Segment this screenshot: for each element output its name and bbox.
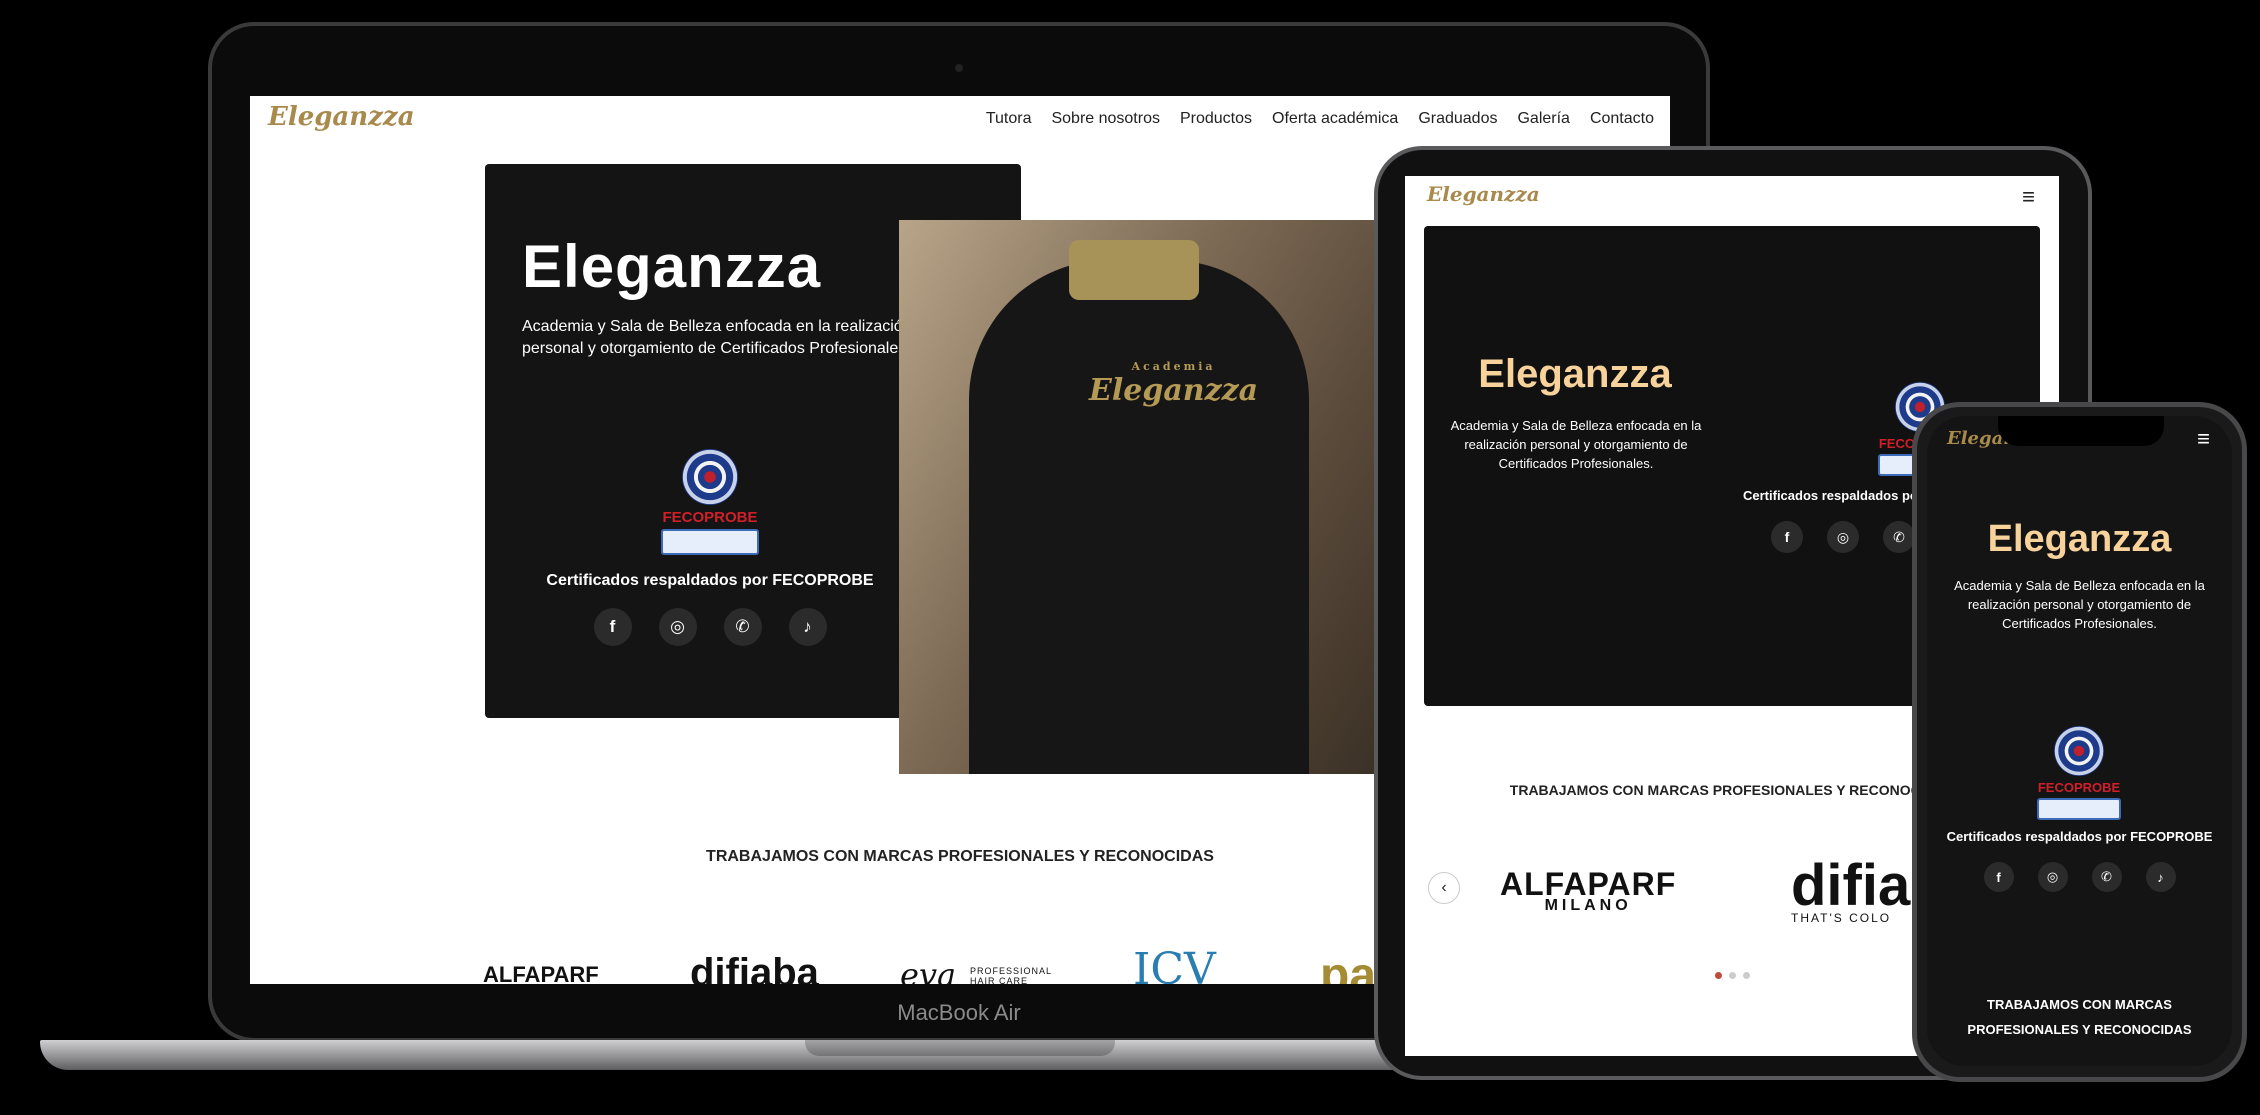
fecoprobe-badge [661, 529, 759, 555]
social-links: f ◎ ✆ ♪ [1927, 862, 2232, 892]
instagram-icon[interactable]: ◎ [1827, 521, 1859, 553]
nav-item-productos[interactable]: Productos [1180, 110, 1252, 128]
brand-alfaparf: ALFAPARF [483, 962, 599, 984]
fecoprobe-swirl-icon [682, 449, 738, 505]
nav-item-galeria[interactable]: Galería [1517, 110, 1569, 128]
carousel-prev-button[interactable]: ‹ [1428, 872, 1460, 904]
laptop-notch [805, 1040, 1115, 1056]
social-links: f ◎ ✆ ♪ [485, 608, 935, 646]
menu-icon[interactable]: ≡ [2022, 184, 2035, 210]
fecoprobe-swirl-icon [2054, 726, 2104, 776]
main-nav: Tutora Sobre nosotros Productos Oferta a… [986, 110, 1654, 128]
hero-title: Eleganzza [522, 233, 822, 300]
hero-description: Academia y Sala de Belleza enfocada en l… [522, 318, 912, 357]
fecoprobe-badge [2037, 798, 2121, 820]
facebook-icon[interactable]: f [1983, 862, 2014, 892]
hero-description: Academia y Sala de Belleza enfocada en l… [1450, 418, 1702, 471]
brand-difiaba-name: difial [1791, 853, 1927, 918]
brand-logo[interactable]: Eleganzza [268, 102, 415, 132]
carousel-dot[interactable] [1729, 972, 1736, 979]
certified-text: Certificados respaldados por FECOPROBE [1946, 829, 2213, 844]
shirt-logo: Academia Eleganzza [1089, 360, 1258, 408]
brands-title: TRABAJAMOS CON MARCAS PROFESIONALES Y RE… [1967, 997, 2192, 1037]
brand-logo[interactable]: Eleganzza [1427, 182, 1540, 206]
nav-item-graduados[interactable]: Graduados [1418, 110, 1497, 128]
brand-pa: pa [1320, 949, 1377, 984]
instagram-icon[interactable]: ◎ [658, 608, 697, 646]
menu-icon[interactable]: ≡ [2197, 426, 2210, 452]
whatsapp-icon[interactable]: ✆ [1883, 521, 1915, 553]
facebook-icon[interactable]: f [593, 608, 632, 646]
hero-title: Eleganzza [1478, 352, 1672, 396]
brand-difiaba: difial THAT'S COLO [1791, 852, 1926, 925]
shirt-logo-sub: Academia [1131, 360, 1216, 373]
fecoprobe-logo: FECOPROBE [2024, 726, 2134, 820]
tiktok-icon[interactable]: ♪ [2145, 862, 2176, 892]
brand-eva-sub: PROFESSIONAL HAIR CARE [970, 966, 1052, 984]
fecoprobe-label: FECOPROBE [662, 509, 758, 526]
camera-icon [955, 64, 963, 72]
brand-icv: ICV [1133, 944, 1216, 984]
carousel-dot[interactable] [1715, 972, 1722, 979]
whatsapp-icon[interactable]: ✆ [2091, 862, 2122, 892]
phone-notch [1998, 416, 2164, 446]
fecoprobe-label: FECOPROBE [2037, 780, 2121, 795]
tiktok-icon[interactable]: ♪ [788, 608, 827, 646]
nav-item-contacto[interactable]: Contacto [1590, 110, 1654, 128]
nav-item-sobre-nosotros[interactable]: Sobre nosotros [1051, 110, 1160, 128]
shirt-shape [969, 260, 1309, 774]
brand-difiaba: difiaba [690, 951, 819, 984]
fecoprobe-logo: FECOPROBE [655, 449, 765, 555]
facebook-icon[interactable]: f [1771, 521, 1803, 553]
nav-item-oferta-academica[interactable]: Oferta académica [1272, 110, 1398, 128]
carousel-indicators [1715, 972, 1750, 979]
brand-eva: eva [900, 956, 957, 984]
phone-screen: Eleganzza ≡ Eleganzza Academia y Sala de… [1927, 416, 2232, 1066]
hero-description: Academia y Sala de Belleza enfocada en l… [1954, 578, 2205, 631]
hero-title: Eleganzza [1987, 518, 2172, 560]
shirt-logo-text: Eleganzza [1089, 373, 1259, 408]
shirt-collar [1069, 240, 1199, 300]
hero-photo: Academia Eleganzza [899, 220, 1377, 774]
whatsapp-icon[interactable]: ✆ [723, 608, 762, 646]
carousel-dot[interactable] [1743, 972, 1750, 979]
certified-text: Certificados respaldados por FECOPROBE [546, 572, 874, 589]
nav-item-tutora[interactable]: Tutora [986, 110, 1032, 128]
brand-alfaparf: ALFAPARF MILANO [1500, 866, 1676, 915]
instagram-icon[interactable]: ◎ [2037, 862, 2068, 892]
